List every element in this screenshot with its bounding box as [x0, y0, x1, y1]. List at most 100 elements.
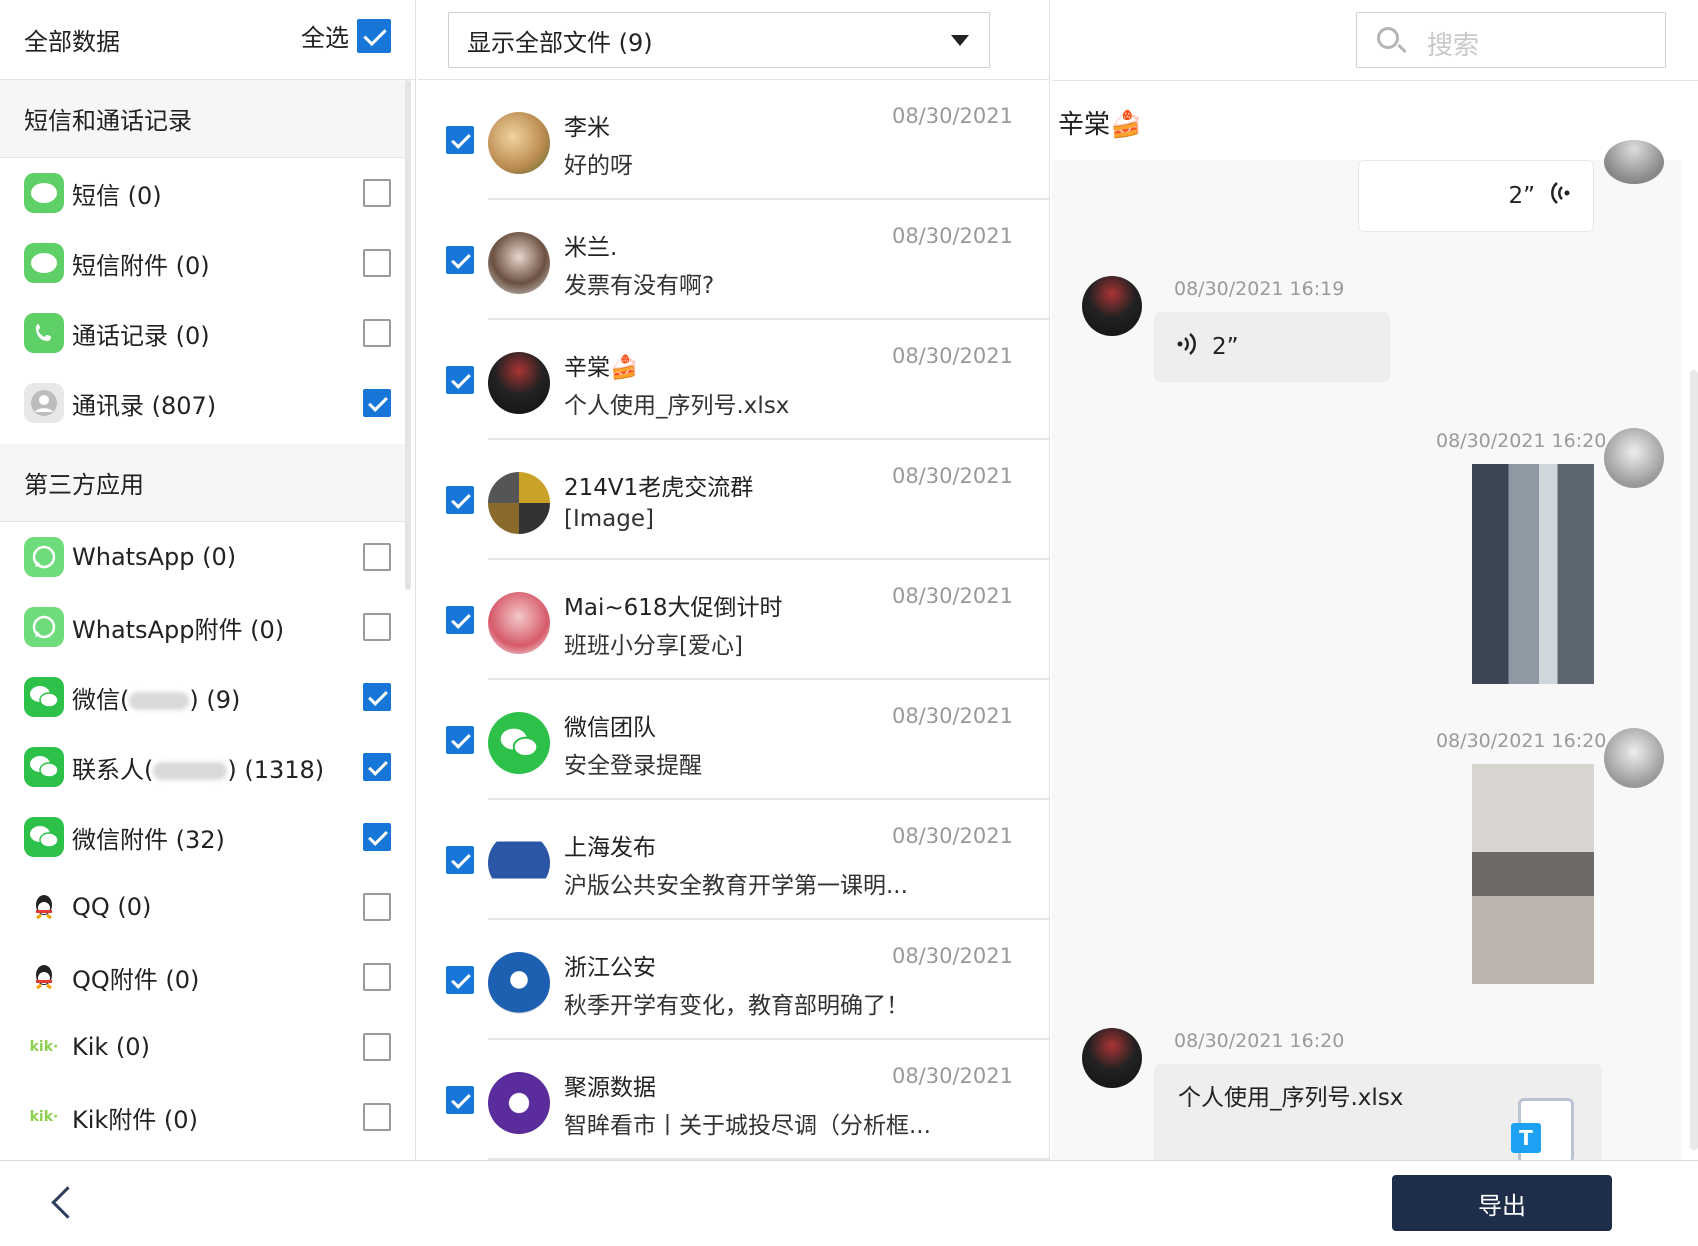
conversation-date: 08/30/2021 — [891, 344, 1013, 368]
conversation-item[interactable]: 微信团队 安全登录提醒 08/30/2021 — [418, 680, 1049, 800]
conversation-checkbox[interactable] — [446, 486, 474, 514]
conversation-preview: 智眸看市丨关于城投尽调（分析框... — [564, 1113, 931, 1139]
wechat-icon — [24, 677, 64, 717]
category-checkbox[interactable] — [363, 963, 391, 991]
category-label: 通话记录 (0) — [72, 321, 210, 350]
category-sms-attachments[interactable]: 短信附件 (0) — [0, 228, 407, 298]
conversation-item[interactable]: 上海发布 沪版公共安全教育开学第一课明... 08/30/2021 — [418, 800, 1049, 920]
avatar — [488, 352, 550, 414]
conversation-preview: 班班小分享[爱心] — [564, 633, 743, 659]
voice-message-outgoing[interactable]: 2” — [1358, 160, 1594, 232]
message-time: 08/30/2021 16:20 — [1436, 730, 1607, 752]
category-label: WhatsApp附件 (0) — [72, 615, 285, 644]
conversation-item[interactable]: 浙江公安 秋季开学有变化，教育部明确了！ 08/30/2021 — [418, 920, 1049, 1040]
chat-scrollbar[interactable] — [1690, 370, 1698, 1150]
conversation-item[interactable]: Mai~618大促倒计时 班班小分享[爱心] 08/30/2021 — [418, 560, 1049, 680]
file-filter-dropdown[interactable]: 显示全部文件 (9) — [448, 12, 990, 68]
message-time: 08/30/2021 16:20 — [1436, 430, 1607, 452]
conversation-item[interactable]: 米兰. 发票有没有啊? 08/30/2021 — [418, 200, 1049, 320]
back-arrow-icon[interactable] — [48, 1185, 76, 1221]
wechat-icon — [24, 747, 64, 787]
conversation-date: 08/30/2021 — [891, 1064, 1013, 1088]
conversation-date: 08/30/2021 — [891, 824, 1013, 848]
category-checkbox[interactable] — [363, 249, 391, 277]
conversation-preview: 秋季开学有变化，教育部明确了！ — [564, 993, 909, 1019]
select-all-checkbox[interactable] — [357, 18, 391, 53]
category-checkbox[interactable] — [363, 319, 391, 347]
category-call-log[interactable]: 通话记录 (0) — [0, 298, 407, 368]
category-label: WhatsApp (0) — [72, 543, 237, 571]
avatar — [488, 592, 550, 654]
category-checkbox[interactable] — [363, 823, 391, 851]
category-checkbox[interactable] — [363, 179, 391, 207]
category-sms[interactable]: 短信 (0) — [0, 158, 407, 228]
select-all[interactable]: 全选 — [301, 18, 391, 53]
conversation-item[interactable]: 李米 好的呀 08/30/2021 — [418, 80, 1049, 200]
category-scrollbar[interactable] — [405, 80, 411, 590]
category-label: Kik (0) — [72, 1033, 150, 1061]
conversation-checkbox[interactable] — [446, 846, 474, 874]
message-time: 08/30/2021 16:20 — [1174, 1030, 1345, 1052]
category-checkbox[interactable] — [363, 389, 391, 417]
conversation-name: 微信团队 — [564, 715, 656, 741]
conversation-list-panel: 显示全部文件 (9) 李米 好的呀 08/30/2021 米兰. 发票有没有啊?… — [418, 0, 1050, 1160]
category-checkbox[interactable] — [363, 683, 391, 711]
category-qq-attachments[interactable]: QQ附件 (0) — [0, 942, 407, 1012]
conversation-name: 上海发布 — [564, 835, 656, 861]
category-kik-attachments[interactable]: kik· Kik附件 (0) — [0, 1082, 407, 1152]
conversation-preview: [Image] — [564, 506, 654, 532]
qq-icon — [24, 957, 64, 997]
conversation-name: 214V1老虎交流群 — [564, 475, 754, 501]
category-header: 全部数据 全选 — [0, 0, 415, 80]
conversation-date: 08/30/2021 — [891, 464, 1013, 488]
category-wechat-attachments[interactable]: 微信附件 (32) — [0, 802, 407, 872]
category-checkbox[interactable] — [363, 543, 391, 571]
category-label: 联系人() (1318) — [72, 755, 325, 784]
whatsapp-icon — [24, 607, 64, 647]
conversation-checkbox[interactable] — [446, 246, 474, 274]
wechat-icon — [488, 712, 550, 774]
sms-icon — [24, 243, 64, 283]
conversation-item[interactable]: 214V1老虎交流群 [Image] 08/30/2021 — [418, 440, 1049, 560]
wechat-icon — [24, 817, 64, 857]
conversation-checkbox[interactable] — [446, 126, 474, 154]
sms-icon — [24, 173, 64, 213]
search-box[interactable]: 搜索 — [1356, 12, 1666, 68]
category-whatsapp-attachments[interactable]: WhatsApp附件 (0) — [0, 592, 407, 662]
contacts-icon — [24, 383, 64, 423]
category-wechat-contacts[interactable]: 联系人() (1318) — [0, 732, 407, 802]
category-checkbox[interactable] — [363, 753, 391, 781]
category-checkbox[interactable] — [363, 1033, 391, 1061]
file-message[interactable]: 个人使用_序列号.xlsx T — [1154, 1064, 1602, 1160]
voice-message-incoming[interactable]: 2” — [1154, 312, 1390, 382]
conversation-checkbox[interactable] — [446, 1086, 474, 1114]
conversation-item[interactable]: 聚源数据 智眸看市丨关于城投尽调（分析框... 08/30/2021 — [418, 1040, 1049, 1160]
category-kik[interactable]: kik· Kik (0) — [0, 1012, 407, 1082]
conversation-item[interactable]: 辛棠🍰 个人使用_序列号.xlsx 08/30/2021 — [418, 320, 1049, 440]
section-sms-calls: 短信和通话记录 — [0, 80, 407, 158]
category-checkbox[interactable] — [363, 613, 391, 641]
section-third-party: 第三方应用 — [0, 444, 407, 522]
image-message[interactable] — [1472, 464, 1594, 684]
search-icon — [1377, 27, 1399, 49]
category-wechat[interactable]: 微信() (9) — [0, 662, 407, 732]
category-whatsapp[interactable]: WhatsApp (0) — [0, 522, 407, 592]
file-name: 个人使用_序列号.xlsx — [1178, 1085, 1404, 1111]
conversation-name: 李米 — [564, 115, 610, 141]
conversation-checkbox[interactable] — [446, 726, 474, 754]
conversation-checkbox[interactable] — [446, 966, 474, 994]
avatar — [488, 472, 550, 534]
category-checkbox[interactable] — [363, 1103, 391, 1131]
image-message[interactable] — [1472, 764, 1594, 984]
chat-title: 辛棠🍰 — [1058, 110, 1143, 140]
conversation-date: 08/30/2021 — [891, 944, 1013, 968]
category-checkbox[interactable] — [363, 893, 391, 921]
avatar — [488, 232, 550, 294]
conversation-checkbox[interactable] — [446, 366, 474, 394]
voice-duration: 2” — [1508, 183, 1535, 209]
category-qq[interactable]: QQ (0) — [0, 872, 407, 942]
export-button[interactable]: 导出 — [1392, 1175, 1612, 1231]
category-contacts[interactable]: 通讯录 (807) — [0, 368, 407, 438]
phone-icon — [24, 313, 64, 353]
conversation-checkbox[interactable] — [446, 606, 474, 634]
